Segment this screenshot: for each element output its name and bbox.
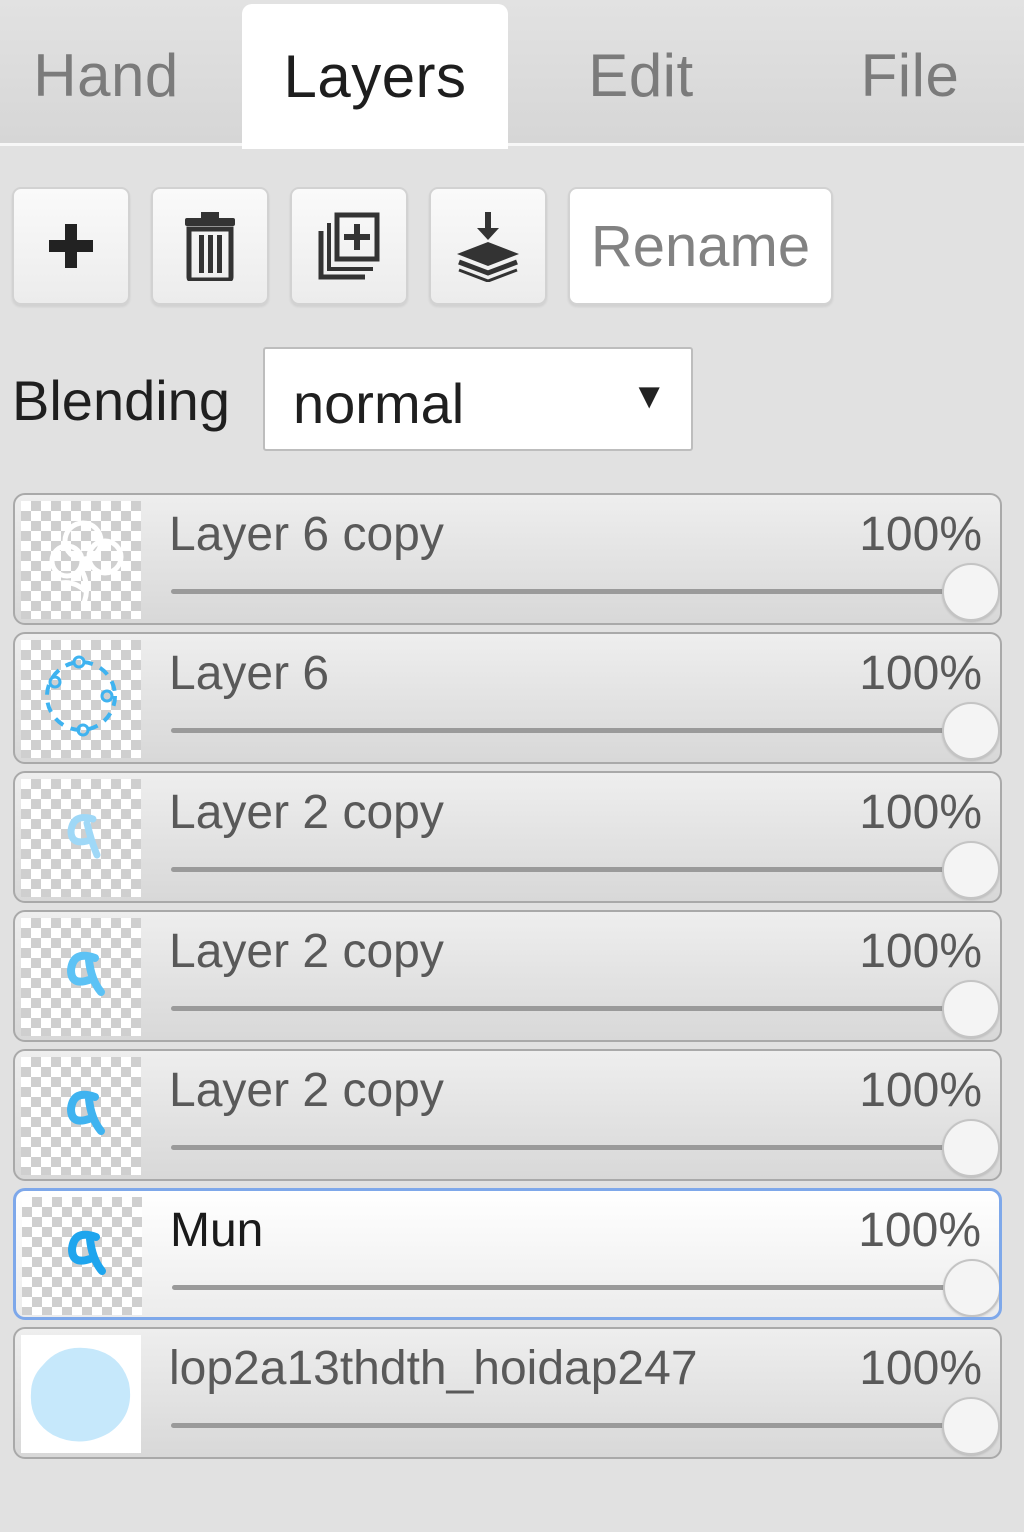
layer-opacity: 100% bbox=[859, 1064, 982, 1117]
layer-name[interactable]: Mun bbox=[170, 1203, 263, 1258]
tab-bar: Hand Layers Edit File bbox=[0, 0, 1024, 149]
blending-select[interactable]: normal ▼ bbox=[263, 347, 693, 451]
opacity-slider[interactable] bbox=[172, 1285, 972, 1290]
merge-down-button[interactable] bbox=[429, 187, 547, 305]
layer-thumbnail bbox=[22, 1197, 142, 1315]
layer-row[interactable]: lop2a13thdth_hoidap247 100% bbox=[13, 1327, 1002, 1459]
layer-row[interactable]: Layer 6 copy 100% bbox=[13, 493, 1002, 625]
tab-file[interactable]: File bbox=[800, 4, 1020, 146]
layer-thumbnail bbox=[21, 640, 141, 758]
blue-glyph-icon bbox=[67, 1230, 106, 1275]
layer-row[interactable]: Layer 6 100% bbox=[13, 632, 1002, 764]
duplicate-icon bbox=[318, 212, 380, 280]
opacity-slider-handle[interactable] bbox=[942, 1119, 1000, 1177]
delete-layer-button[interactable] bbox=[151, 187, 269, 305]
opacity-slider-handle[interactable] bbox=[942, 841, 1000, 899]
layer-thumbnail bbox=[21, 779, 141, 897]
layer-name[interactable]: Layer 2 copy bbox=[169, 1063, 444, 1118]
layer-row[interactable]: Layer 2 copy 100% bbox=[13, 771, 1002, 903]
blue-glyph-icon bbox=[66, 951, 105, 996]
layer-opacity: 100% bbox=[859, 647, 982, 700]
blending-value: normal bbox=[293, 372, 465, 435]
layer-name[interactable]: lop2a13thdth_hoidap247 bbox=[169, 1341, 698, 1396]
tab-layers[interactable]: Layers bbox=[242, 4, 508, 149]
layer-row-selected[interactable]: Mun 100% bbox=[13, 1188, 1002, 1320]
layer-opacity: 100% bbox=[859, 786, 982, 839]
merge-down-icon bbox=[457, 212, 519, 282]
opacity-slider[interactable] bbox=[171, 1423, 971, 1428]
layer-name[interactable]: Layer 2 copy bbox=[169, 924, 444, 979]
opacity-slider[interactable] bbox=[171, 589, 971, 594]
opacity-slider[interactable] bbox=[171, 728, 971, 733]
blending-label: Blending bbox=[12, 369, 230, 432]
tab-edit[interactable]: Edit bbox=[530, 4, 752, 146]
layer-thumbnail bbox=[21, 1335, 141, 1453]
layer-opacity: 100% bbox=[859, 1342, 982, 1395]
opacity-slider-handle[interactable] bbox=[942, 563, 1000, 621]
layer-name[interactable]: Layer 6 bbox=[169, 646, 329, 701]
trash-icon bbox=[185, 212, 235, 281]
rename-button[interactable]: Rename bbox=[568, 187, 833, 305]
opacity-slider-handle[interactable] bbox=[942, 702, 1000, 760]
opacity-slider[interactable] bbox=[171, 1145, 971, 1150]
layer-opacity: 100% bbox=[858, 1204, 981, 1257]
add-layer-button[interactable] bbox=[12, 187, 130, 305]
tab-hand[interactable]: Hand bbox=[0, 4, 212, 146]
layers-panel: Hand Layers Edit File Rename Blending no… bbox=[0, 0, 1024, 1532]
blue-dotted-ring-icon bbox=[45, 655, 117, 737]
layer-opacity: 100% bbox=[859, 508, 982, 561]
layer-thumbnail bbox=[21, 918, 141, 1036]
layer-list: Layer 6 copy 100% Layer 6 100% Layer 2 c… bbox=[13, 493, 1002, 1466]
blue-glyph-icon bbox=[66, 1090, 105, 1135]
layer-name[interactable]: Layer 6 copy bbox=[169, 507, 444, 562]
layer-opacity: 100% bbox=[859, 925, 982, 978]
opacity-slider-handle[interactable] bbox=[942, 1397, 1000, 1455]
white-flower-icon bbox=[49, 520, 124, 607]
layer-thumbnail bbox=[21, 501, 141, 619]
plus-icon bbox=[49, 224, 93, 268]
opacity-slider[interactable] bbox=[171, 867, 971, 872]
layer-row[interactable]: Layer 2 copy 100% bbox=[13, 910, 1002, 1042]
duplicate-layer-button[interactable] bbox=[290, 187, 408, 305]
chevron-down-icon: ▼ bbox=[631, 375, 667, 416]
opacity-slider-handle[interactable] bbox=[942, 980, 1000, 1038]
layer-name[interactable]: Layer 2 copy bbox=[169, 785, 444, 840]
light-blue-blob-icon bbox=[30, 1347, 131, 1442]
layer-row[interactable]: Layer 2 copy 100% bbox=[13, 1049, 1002, 1181]
layer-thumbnail bbox=[21, 1057, 141, 1175]
pale-blue-glyph-icon bbox=[67, 814, 101, 859]
opacity-slider[interactable] bbox=[171, 1006, 971, 1011]
opacity-slider-handle[interactable] bbox=[943, 1259, 999, 1317]
